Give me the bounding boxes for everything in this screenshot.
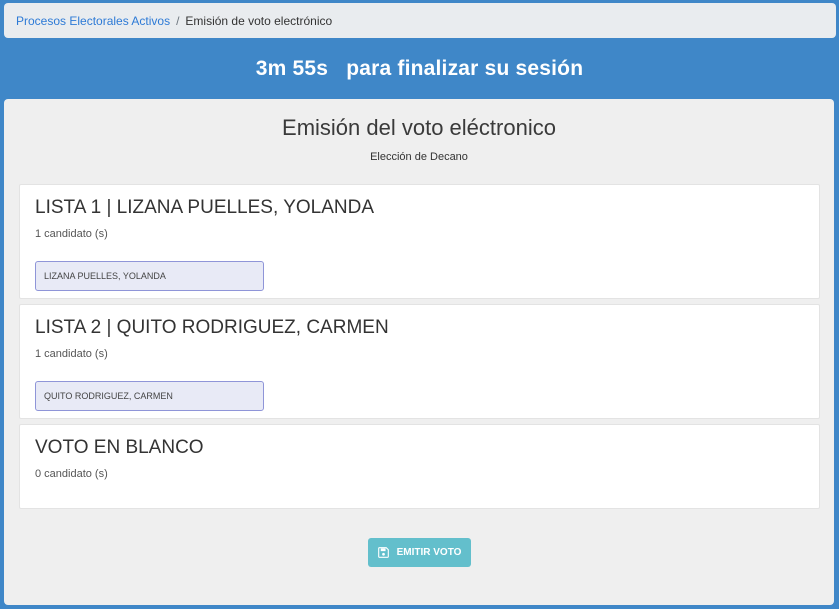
candidate-chip[interactable]: LIZANA PUELLES, YOLANDA [35, 261, 264, 291]
breadcrumb-separator: / [176, 13, 180, 28]
list-title: VOTO EN BLANCO [35, 437, 204, 458]
save-icon [377, 547, 389, 558]
breadcrumb-current: Emisión de voto electrónico [185, 13, 333, 28]
vote-card: Emisión del voto eléctronico Elección de… [4, 99, 834, 605]
list-candidate-count: 1 candidato (s) [35, 228, 108, 240]
election-name: Elección de Decano [370, 151, 468, 163]
candidate-chip[interactable]: QUITO RODRIGUEZ, CARMEN [35, 381, 264, 411]
list-candidate-count: 1 candidato (s) [35, 348, 108, 360]
list-candidate-count: 0 candidato (s) [35, 468, 108, 480]
session-timer-value: 3m 55s [255, 57, 329, 80]
list-title: LISTA 1 | LIZANA PUELLES, YOLANDA [35, 197, 374, 218]
breadcrumb-link-active-processes[interactable]: Procesos Electorales Activos [16, 14, 170, 28]
emit-vote-button[interactable]: EMITIR VOTO [368, 538, 471, 567]
list-card-blank-vote[interactable]: VOTO EN BLANCO 0 candidato (s) [19, 424, 820, 509]
app-frame: Procesos Electorales Activos / Emisión d… [0, 0, 839, 609]
page-title: Emisión del voto eléctronico [282, 115, 556, 140]
list-card-1[interactable]: LISTA 1 | LIZANA PUELLES, YOLANDA 1 cand… [19, 184, 820, 299]
session-timer-label: para finalizar su sesión [346, 57, 584, 80]
session-timer-bar: 3m 55s para finalizar su sesión [0, 40, 839, 98]
list-title: LISTA 2 | QUITO RODRIGUEZ, CARMEN [35, 317, 389, 338]
list-card-2[interactable]: LISTA 2 | QUITO RODRIGUEZ, CARMEN 1 cand… [19, 304, 820, 419]
breadcrumb: Procesos Electorales Activos / Emisión d… [4, 3, 836, 38]
emit-vote-label: EMITIR VOTO [396, 547, 462, 558]
